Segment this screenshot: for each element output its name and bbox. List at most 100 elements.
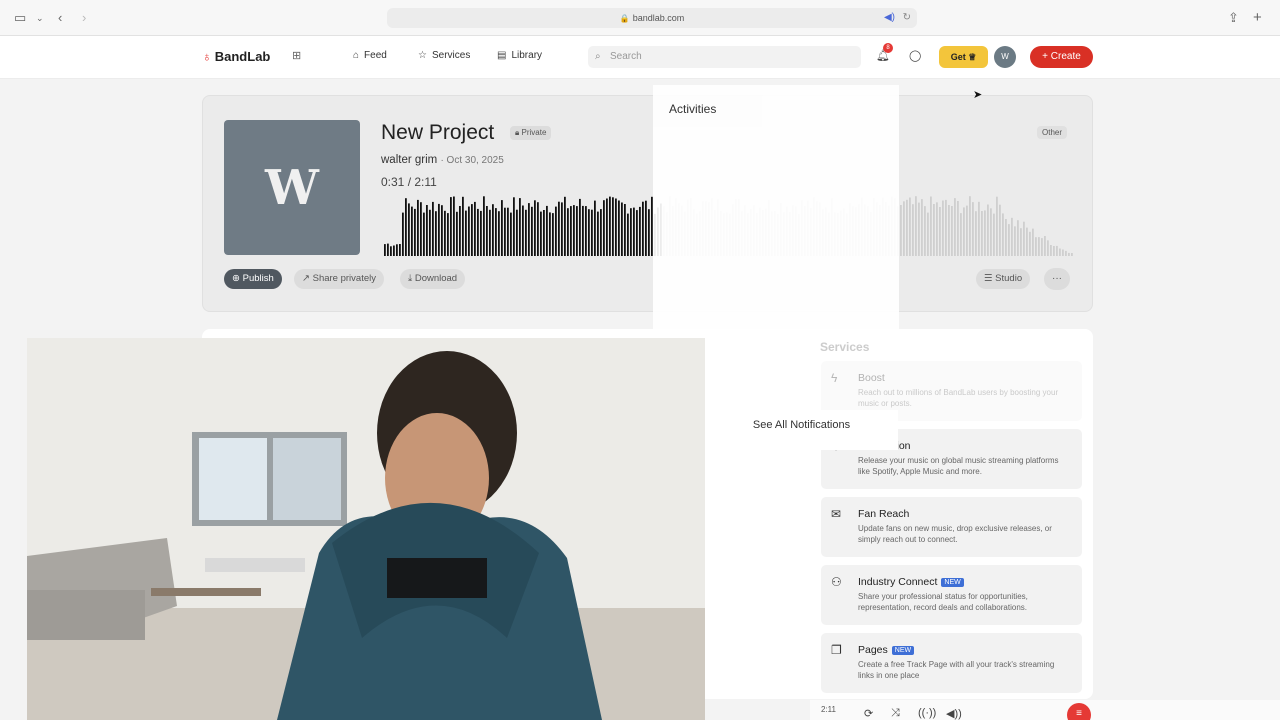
reload-icon[interactable]: ↻	[903, 8, 911, 28]
see-all-notifications-link[interactable]: See All Notifications	[705, 410, 898, 450]
waveform-bar	[513, 197, 515, 256]
genre-tag[interactable]: Other	[1037, 126, 1068, 139]
service-desc: Update fans on new music, drop exclusive…	[858, 524, 1052, 544]
waveform-bar	[540, 211, 542, 256]
back-arrow-icon[interactable]: ‹	[58, 9, 62, 27]
service-pages[interactable]: ❐ Pages NEW Create a free Track Page with…	[821, 633, 1082, 693]
lock-icon: 🔒︎	[515, 128, 520, 137]
more-options-icon[interactable]: ···	[1044, 268, 1070, 290]
broadcast-icon[interactable]: ((·))	[918, 707, 936, 719]
waveform-bar	[1032, 228, 1034, 256]
waveform-bar	[399, 244, 401, 256]
forward-arrow-icon[interactable]: ›	[82, 9, 86, 27]
waveform-bar	[615, 198, 617, 256]
new-tab-icon[interactable]: +	[1253, 9, 1262, 27]
waveform-bar	[564, 196, 566, 256]
waveform-bar	[951, 206, 953, 256]
waveform-bar	[552, 213, 554, 256]
waveform-bar	[1017, 220, 1019, 256]
search-input[interactable]: ⌕ Search	[588, 46, 861, 68]
waveform-bar	[624, 204, 626, 256]
nav-feed[interactable]: ⌂ Feed	[353, 50, 387, 61]
waveform-bar	[1026, 227, 1028, 256]
waveform-bar	[639, 206, 641, 256]
avatar[interactable]: W	[994, 46, 1016, 68]
address-bar[interactable]: 🔒 bandlab.com ◀) ↻	[387, 8, 917, 28]
shuffle-icon[interactable]: ⤨	[891, 707, 900, 720]
browser-toolbar: ▭ ⌄ ‹ › 🔒 bandlab.com ◀) ↻ ⇪ +	[0, 0, 1280, 36]
chevron-down-icon[interactable]: ⌄	[36, 9, 44, 27]
waveform-bar	[1050, 245, 1052, 256]
service-industry-connect[interactable]: ⚇ Industry Connect NEW Share your profess…	[821, 565, 1082, 625]
waveform-bar	[1020, 228, 1022, 256]
waveform-bar	[1005, 219, 1007, 256]
waveform-bar	[561, 202, 563, 256]
waveform-bar	[582, 205, 584, 256]
queue-icon[interactable]: ≡	[1067, 703, 1091, 720]
app-header: ♁ BandLab ⊞ ⌂ Feed ☆ Services ▤ Library …	[0, 36, 1280, 79]
waveform-bar	[1062, 249, 1064, 256]
waveform-bar	[990, 208, 992, 256]
search-icon: ⌕	[595, 51, 601, 62]
service-title: Industry Connect NEW	[858, 576, 964, 588]
speaker-icon[interactable]: ◀)	[884, 8, 895, 28]
publish-button[interactable]: ⊕ Publish	[224, 269, 282, 289]
nav-feed-label: Feed	[364, 50, 387, 61]
waveform-bar	[528, 203, 530, 256]
waveform-bar	[600, 209, 602, 256]
get-membership-button[interactable]: Get ♕	[939, 46, 988, 68]
waveform-bar	[504, 207, 506, 256]
service-title: Boost	[858, 372, 885, 384]
sidebar-toggle-icon[interactable]: ▭	[14, 9, 26, 27]
project-cover-art[interactable]: W	[224, 120, 360, 255]
download-button[interactable]: ⤓ Download	[400, 269, 466, 289]
create-label: Create	[1050, 51, 1081, 62]
waveform-bar	[474, 201, 476, 256]
waveform-bar	[531, 206, 533, 256]
repeat-icon[interactable]: ⟳	[864, 707, 873, 720]
notifications-dropdown: Activities	[653, 85, 899, 340]
owner-name[interactable]: walter grim	[381, 154, 437, 166]
new-badge: NEW	[891, 646, 915, 655]
studio-button[interactable]: ☰ Studio	[976, 269, 1031, 289]
plus-icon: +	[1042, 51, 1049, 62]
waveform-bar	[921, 199, 923, 256]
waveform-bar	[459, 206, 461, 256]
waveform-bar	[1038, 237, 1040, 256]
waveform-bar	[573, 205, 575, 256]
bandlab-logo[interactable]: ♁ BandLab	[202, 49, 270, 64]
nav-services[interactable]: ☆ Services	[418, 50, 470, 61]
waveform-bar	[570, 206, 572, 256]
waveform-bar	[1029, 231, 1031, 256]
waveform-bar	[996, 196, 998, 256]
volume-icon[interactable]: ◀))	[946, 707, 962, 720]
waveform-bar	[1002, 213, 1004, 256]
waveform-bar	[447, 213, 449, 256]
service-fan-reach[interactable]: ✉ Fan Reach Update fans on new music, dr…	[821, 497, 1082, 557]
messages-icon[interactable]: ◯	[909, 49, 921, 62]
waveform-bar	[507, 207, 509, 256]
bolt-icon: ϟ	[831, 371, 838, 385]
star-icon: ☆	[418, 50, 427, 61]
waveform-bar	[594, 200, 596, 256]
globe-icon: ⊕	[232, 273, 240, 284]
current-time: 0:31	[381, 175, 405, 189]
apps-grid-icon[interactable]: ⊞	[292, 49, 301, 62]
project-owner[interactable]: walter grim · Oct 30, 2025	[381, 154, 504, 166]
waveform-bar	[408, 203, 410, 256]
waveform-bar	[423, 212, 425, 256]
share-icon[interactable]: ⇪	[1228, 9, 1239, 27]
waveform-bar	[498, 211, 500, 256]
waveform-bar	[1035, 237, 1037, 256]
create-button[interactable]: + Create	[1030, 46, 1093, 68]
notifications-button[interactable]: 🔔︎ 8	[876, 43, 893, 62]
share-privately-button[interactable]: ↗ Share privately	[294, 269, 384, 289]
waveform-bar	[519, 198, 521, 256]
waveform-bar	[603, 200, 605, 256]
nav-library[interactable]: ▤ Library	[497, 50, 542, 61]
waveform-bar	[471, 204, 473, 256]
service-title: Pages NEW	[858, 644, 915, 656]
waveform-bar	[516, 209, 518, 256]
new-badge: NEW	[941, 578, 964, 587]
waveform-bar	[1008, 224, 1010, 256]
